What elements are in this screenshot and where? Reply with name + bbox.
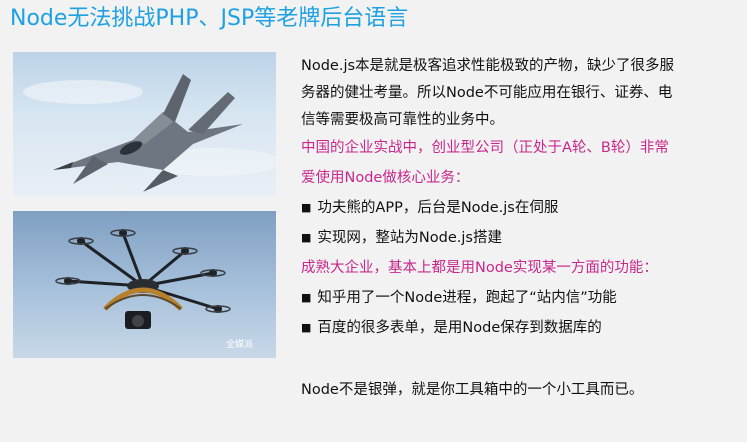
list-item: ■ 功夫熊的APP，后台是Node.js在伺服 — [301, 198, 558, 219]
intro-line-1: Node.js本是就是极客追求性能极致的产物，缺少了很多服 — [301, 58, 675, 74]
image-watermark: 全媒派 — [226, 340, 254, 350]
fighter-jet-icon — [23, 74, 276, 192]
fighter-jet-image — [13, 52, 276, 197]
mature-bullet-text: 知乎用了一个Node进程，跑起了“站内信”功能 — [317, 290, 617, 306]
intro-line-3: 信等需要极高可靠性的业务中。 — [301, 112, 504, 128]
conclusion-text: Node不是银弹，就是你工具箱中的一个小工具而已。 — [301, 382, 644, 398]
mature-bullet-text: 百度的很多表单，是用Node保存到数据库的 — [317, 320, 602, 336]
square-bullet-icon: ■ — [301, 201, 312, 214]
mature-enterprise-heading: 成熟大企业，基本上都是用Node实现某一方面的功能： — [301, 260, 658, 276]
list-item: ■ 百度的很多表单，是用Node保存到数据库的 — [301, 318, 602, 339]
square-bullet-icon: ■ — [301, 321, 312, 334]
camera-drone-image — [13, 211, 276, 358]
square-bullet-icon: ■ — [301, 231, 312, 244]
square-bullet-icon: ■ — [301, 291, 312, 304]
intro-line-2: 务器的健壮考量。所以Node不可能应用在银行、证券、电 — [301, 85, 673, 101]
startup-bullet-text: 实现网，整站为Node.js搭建 — [317, 230, 502, 246]
startup-bullet-text: 功夫熊的APP，后台是Node.js在伺服 — [317, 200, 559, 216]
camera-drone-icon — [55, 229, 231, 329]
slide-title: Node无法挑战PHP、JSP等老牌后台语言 — [10, 6, 409, 31]
list-item: ■ 知乎用了一个Node进程，跑起了“站内信”功能 — [301, 288, 617, 309]
list-item: ■ 实现网，整站为Node.js搭建 — [301, 228, 502, 249]
china-practice-line-1: 中国的企业实战中，创业型公司（正处于A轮、B轮）非常 — [301, 140, 669, 156]
china-practice-line-2: 爱使用Node做核心业务： — [301, 170, 470, 186]
